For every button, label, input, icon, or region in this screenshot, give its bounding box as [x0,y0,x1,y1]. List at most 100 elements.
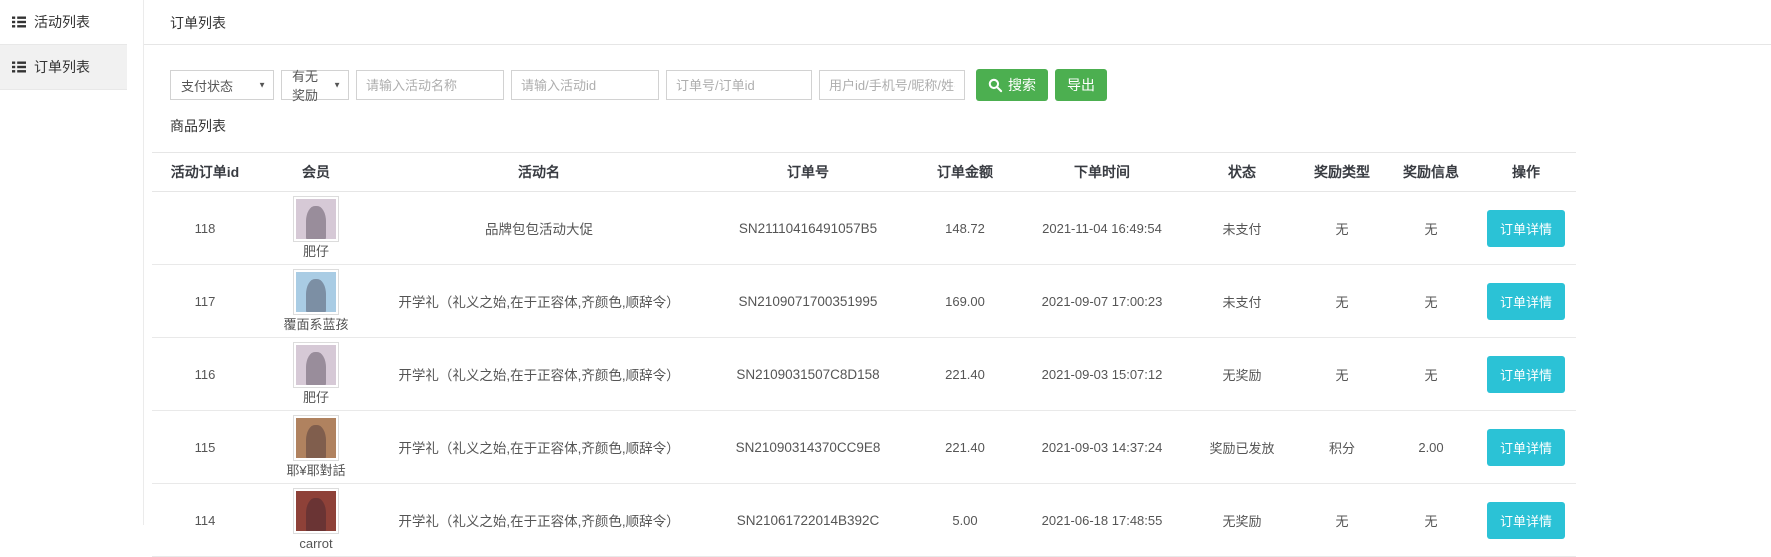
table-row: 115 耶¥耶對話 开学礼（礼义之始,在于正容体,齐颜色,顺辞令） SN2109… [152,411,1576,484]
activity-name-cell: 开学礼（礼义之始,在于正容体,齐颜色,顺辞令） [374,411,704,484]
order-time-cell: 2021-11-04 16:49:54 [1018,192,1186,265]
order-time-cell: 2021-09-03 14:37:24 [1018,411,1186,484]
member-avatar [293,415,339,461]
member-avatar [293,488,339,534]
order-detail-button[interactable]: 订单详情 [1487,283,1565,320]
member-avatar [293,342,339,388]
chevron-down-icon: ▼ [258,81,266,90]
reward-select[interactable]: 有无奖励 ▼ [281,70,349,100]
list-icon [12,16,26,28]
order-time-cell: 2021-09-03 15:07:12 [1018,338,1186,411]
order-id-cell: 114 [152,484,258,557]
col-header-order-no: 订单号 [704,153,912,192]
reward-info-cell: 无 [1386,192,1476,265]
amount-cell: 221.40 [912,338,1018,411]
order-detail-button[interactable]: 订单详情 [1487,502,1565,539]
reward-type-cell: 无 [1298,265,1386,338]
reward-type-cell: 无 [1298,338,1386,411]
member-cell: 肥仔 [258,338,374,411]
search-button-label: 搜索 [1008,75,1036,95]
table-row: 117 覆面系蓝孩 开学礼（礼义之始,在于正容体,齐颜色,顺辞令） SN2109… [152,265,1576,338]
amount-cell: 169.00 [912,265,1018,338]
orders-table: 活动订单id 会员 活动名 订单号 订单金额 下单时间 状态 奖励类型 奖励信息… [152,152,1576,557]
order-detail-button[interactable]: 订单详情 [1487,210,1565,247]
member-cell: 覆面系蓝孩 [258,265,374,338]
sidebar-item-label: 订单列表 [34,57,90,77]
order-id-cell: 118 [152,192,258,265]
sidebar-item-order-list[interactable]: 订单列表 [0,45,127,90]
order-no-cell: SN2109031507C8D158 [704,338,912,411]
status-cell: 奖励已发放 [1186,411,1298,484]
activity-name-input[interactable] [356,70,504,100]
amount-cell: 221.40 [912,411,1018,484]
orders-table-wrap: 活动订单id 会员 活动名 订单号 订单金额 下单时间 状态 奖励类型 奖励信息… [152,152,1560,557]
member-avatar [293,269,339,315]
actions-cell: 订单详情 [1476,411,1576,484]
amount-cell: 148.72 [912,192,1018,265]
order-no-cell: SN21110416491057B5 [704,192,912,265]
col-header-reward-info: 奖励信息 [1386,153,1476,192]
reward-type-cell: 积分 [1298,411,1386,484]
actions-cell: 订单详情 [1476,192,1576,265]
pay-status-select[interactable]: 支付状态 ▼ [170,70,274,100]
amount-cell: 5.00 [912,484,1018,557]
reward-info-cell: 无 [1386,265,1476,338]
activity-name-cell: 开学礼（礼义之始,在于正容体,齐颜色,顺辞令） [374,484,704,557]
sidebar-item-activity-list[interactable]: 活动列表 [0,0,127,45]
order-time-cell: 2021-06-18 17:48:55 [1018,484,1186,557]
user-input[interactable] [819,70,965,100]
order-id-cell: 116 [152,338,258,411]
tab-bar: 订单列表 [144,0,1771,45]
export-button-label: 导出 [1067,75,1095,95]
order-no-cell: SN21061722014B392C [704,484,912,557]
search-icon [988,78,1003,93]
filter-bar: 支付状态 ▼ 有无奖励 ▼ 搜索 导出 [170,69,1771,101]
actions-cell: 订单详情 [1476,338,1576,411]
export-button[interactable]: 导出 [1055,69,1107,101]
order-detail-button[interactable]: 订单详情 [1487,356,1565,393]
search-button[interactable]: 搜索 [976,69,1048,101]
col-header-activity: 活动名 [374,153,704,192]
member-cell: 肥仔 [258,192,374,265]
member-name: 肥仔 [303,244,329,260]
table-row: 114 carrot 开学礼（礼义之始,在于正容体,齐颜色,顺辞令） SN210… [152,484,1576,557]
reward-info-cell: 无 [1386,338,1476,411]
col-header-amount: 订单金额 [912,153,1018,192]
sidebar: 活动列表 订单列表 [0,0,127,525]
member-name: 覆面系蓝孩 [283,317,348,333]
reward-select-value: 有无奖励 [292,66,326,104]
table-row: 118 肥仔 品牌包包活动大促 SN21110416491057B5 148.7… [152,192,1576,265]
reward-type-cell: 无 [1298,192,1386,265]
activity-name-cell: 开学礼（礼义之始,在于正容体,齐颜色,顺辞令） [374,338,704,411]
col-header-member: 会员 [258,153,374,192]
member-name: 耶¥耶對話 [286,463,345,479]
activity-name-cell: 开学礼（礼义之始,在于正容体,齐颜色,顺辞令） [374,265,704,338]
col-header-status: 状态 [1186,153,1298,192]
member-cell: carrot [258,484,374,557]
status-cell: 未支付 [1186,192,1298,265]
order-id-cell: 115 [152,411,258,484]
activity-name-cell: 品牌包包活动大促 [374,192,704,265]
member-avatar [293,196,339,242]
member-name: carrot [299,536,332,552]
member-name: 肥仔 [303,390,329,406]
col-header-reward-type: 奖励类型 [1298,153,1386,192]
col-header-order-id: 活动订单id [152,153,258,192]
main-panel: 订单列表 支付状态 ▼ 有无奖励 ▼ 搜索 导出 商品列表 [144,0,1771,525]
sidebar-item-label: 活动列表 [34,12,90,32]
reward-info-cell: 2.00 [1386,411,1476,484]
member-cell: 耶¥耶對話 [258,411,374,484]
reward-info-cell: 无 [1386,484,1476,557]
order-detail-button[interactable]: 订单详情 [1487,429,1565,466]
status-cell: 无奖励 [1186,484,1298,557]
table-row: 116 肥仔 开学礼（礼义之始,在于正容体,齐颜色,顺辞令） SN2109031… [152,338,1576,411]
order-no-input[interactable] [666,70,812,100]
col-header-time: 下单时间 [1018,153,1186,192]
table-header-row: 活动订单id 会员 活动名 订单号 订单金额 下单时间 状态 奖励类型 奖励信息… [152,153,1576,192]
page-title: 订单列表 [170,15,226,31]
activity-id-input[interactable] [511,70,659,100]
actions-cell: 订单详情 [1476,484,1576,557]
status-cell: 未支付 [1186,265,1298,338]
order-time-cell: 2021-09-07 17:00:23 [1018,265,1186,338]
chevron-down-icon: ▼ [333,81,341,90]
